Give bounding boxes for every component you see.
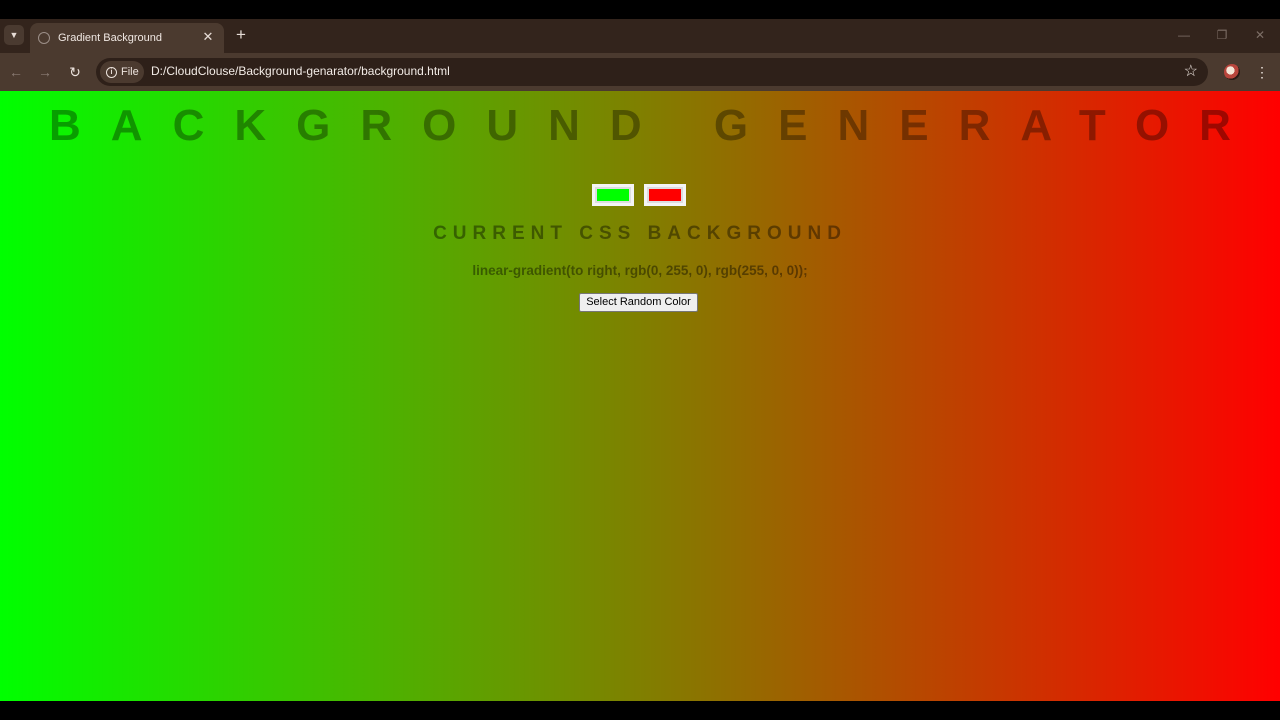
avatar[interactable] — [1224, 64, 1240, 80]
subtitle: CURRENT CSS BACKGROUND — [433, 223, 847, 244]
scheme-label: File — [121, 66, 139, 78]
url-text[interactable]: D:/CloudClouse/Background-genarator/back… — [151, 64, 450, 78]
page-title: BACKGROUND GENERATOR — [49, 101, 1261, 150]
random-color-button[interactable]: Select Random Color — [579, 293, 698, 312]
star-icon[interactable]: ☆ — [1184, 62, 1198, 82]
plus-icon[interactable]: + — [232, 26, 250, 44]
browser-tab[interactable]: Gradient Background ✕ — [30, 23, 224, 53]
info-icon: i — [106, 66, 117, 78]
browser-toolbar: ← → ↻ i File D:/CloudClouse/Background-g… — [0, 53, 1280, 91]
tab-strip: ▼ Gradient Background ✕ + — ❐ ✕ — [0, 19, 1280, 53]
page-body: BACKGROUND GENERATOR CURRENT CSS BACKGRO… — [0, 91, 1280, 701]
kebab-icon[interactable]: ⋮ — [1254, 62, 1270, 82]
address-bar[interactable]: i File D:/CloudClouse/Background-genarat… — [96, 58, 1208, 86]
color1-swatch — [597, 189, 629, 201]
maximize-icon[interactable]: ❐ — [1214, 27, 1230, 43]
tab-title: Gradient Background — [58, 32, 162, 44]
back-arrow-icon[interactable]: ← — [6, 62, 26, 82]
close-icon[interactable]: ✕ — [200, 29, 216, 45]
forward-arrow-icon[interactable]: → — [35, 62, 55, 82]
close-window-icon[interactable]: ✕ — [1252, 27, 1268, 43]
site-info-chip[interactable]: i File — [100, 61, 144, 83]
globe-icon — [38, 32, 50, 44]
minimize-icon[interactable]: — — [1176, 27, 1192, 43]
tab-search-icon[interactable]: ▼ — [4, 25, 24, 45]
color1-picker[interactable] — [592, 184, 634, 206]
color2-picker[interactable] — [644, 184, 686, 206]
reload-icon[interactable]: ↻ — [65, 62, 85, 82]
css-output: linear-gradient(to right, rgb(0, 255, 0)… — [472, 263, 808, 278]
color2-swatch — [649, 189, 681, 201]
